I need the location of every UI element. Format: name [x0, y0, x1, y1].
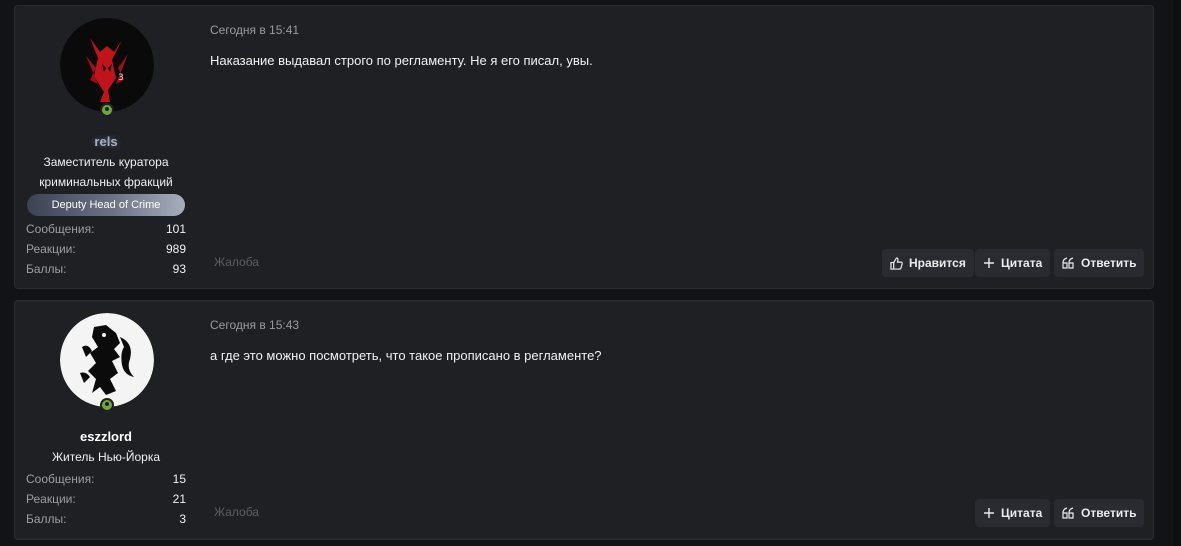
reply-button[interactable]: Ответить — [1054, 249, 1145, 277]
stat-value: 989 — [165, 242, 186, 256]
post-1: 3 rels Заместитель куратора криминальных… — [14, 5, 1154, 289]
stat-label: Реакции: — [26, 242, 76, 256]
reply-quote-icon — [1062, 507, 1074, 519]
stat-value[interactable]: 101 — [166, 219, 186, 239]
user-title-line: криминальных фракций — [39, 175, 173, 189]
plus-icon — [984, 258, 994, 268]
reply-quote-icon — [1062, 257, 1074, 269]
post-message: а где это можно посмотреть, что такое пр… — [210, 348, 602, 363]
user-title: Заместитель куратора криминальных фракци… — [15, 152, 197, 192]
page-edge — [1173, 0, 1181, 546]
quote-button[interactable]: Цитата — [975, 499, 1051, 527]
red-demon-avatar-icon: 3 — [60, 18, 154, 112]
like-button[interactable]: Нравится — [882, 249, 974, 277]
stat-label: Сообщения: — [26, 472, 95, 486]
stat-label: Сообщения: — [26, 222, 95, 236]
username[interactable]: rels — [15, 134, 197, 149]
report-link[interactable]: Жалоба — [214, 505, 259, 519]
thumbs-up-icon — [890, 256, 903, 270]
svg-text:3: 3 — [118, 73, 124, 83]
stat-label: Баллы: — [26, 262, 67, 276]
reply-label: Ответить — [1081, 256, 1137, 270]
quote-button[interactable]: Цитата — [975, 249, 1051, 277]
post-date[interactable]: Сегодня в 15:41 — [210, 23, 299, 37]
stat-label: Баллы: — [26, 512, 67, 526]
post-author-panel: eszzlord Житель Нью-Йорка Сообщения: 15 … — [15, 301, 197, 539]
stat-points: Баллы: 93 — [26, 259, 186, 279]
reply-label: Ответить — [1081, 506, 1137, 520]
user-title: Житель Нью-Йорка — [15, 447, 197, 467]
post-2: eszzlord Житель Нью-Йорка Сообщения: 15 … — [14, 300, 1154, 540]
user-title-line: Заместитель куратора — [43, 155, 169, 169]
user-stats: Сообщения: 101 Реакции: 989 Баллы: 93 — [26, 219, 186, 279]
username[interactable]: eszzlord — [15, 429, 197, 444]
stat-label: Реакции: — [26, 492, 76, 506]
online-status-icon — [100, 398, 114, 412]
stat-value[interactable]: 15 — [173, 469, 186, 489]
quote-label: Цитата — [1001, 506, 1043, 520]
report-link[interactable]: Жалоба — [214, 255, 259, 269]
avatar[interactable]: 3 — [60, 18, 154, 112]
user-banner: Deputy Head of Crime — [27, 194, 185, 216]
stat-value: 93 — [172, 262, 186, 276]
reply-button[interactable]: Ответить — [1054, 499, 1145, 527]
stat-points: Баллы: 3 — [26, 509, 186, 529]
user-title-line: Житель Нью-Йорка — [51, 450, 161, 464]
post-date[interactable]: Сегодня в 15:43 — [210, 318, 299, 332]
post-message: Наказание выдавал строго по регламенту. … — [210, 53, 593, 68]
stat-reactions: Реакции: 21 — [26, 489, 186, 509]
quote-label: Цитата — [1001, 256, 1043, 270]
like-label: Нравится — [909, 256, 966, 270]
user-stats: Сообщения: 15 Реакции: 21 Баллы: 3 — [26, 469, 186, 529]
post-author-panel: 3 rels Заместитель куратора криминальных… — [15, 6, 197, 288]
avatar[interactable] — [60, 313, 154, 407]
stat-value: 3 — [179, 512, 186, 526]
heraldic-lion-avatar-icon — [60, 313, 154, 407]
stat-messages: Сообщения: 101 — [26, 219, 186, 239]
stat-value: 21 — [172, 492, 186, 506]
stat-messages: Сообщения: 15 — [26, 469, 186, 489]
stat-reactions: Реакции: 989 — [26, 239, 186, 259]
plus-icon — [984, 508, 994, 518]
online-status-icon — [100, 103, 114, 117]
